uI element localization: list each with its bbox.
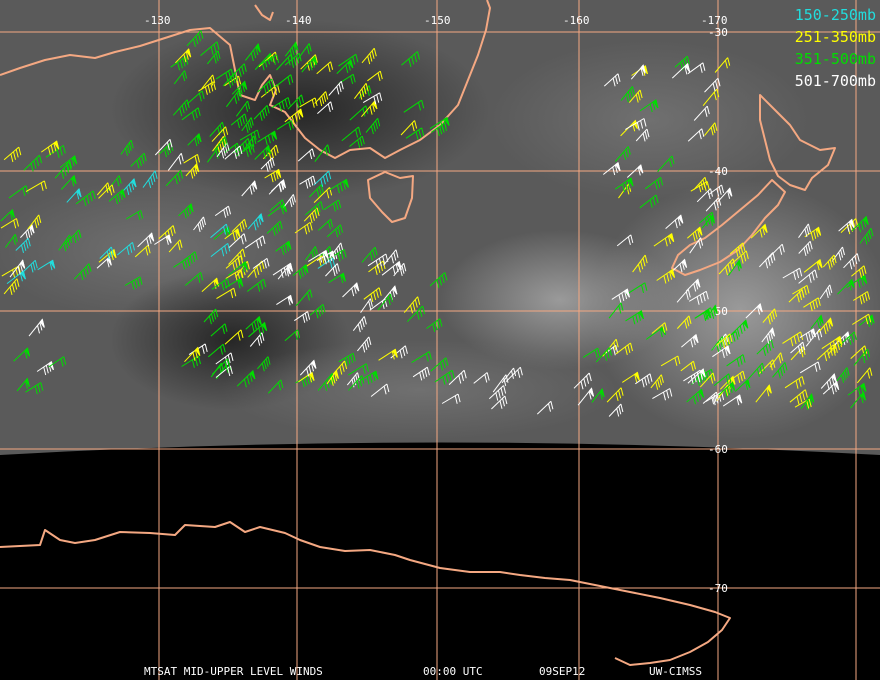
lon-label: -160	[563, 14, 590, 27]
product-name: MTSAT MID-UPPER LEVEL WINDS	[144, 665, 323, 678]
lat-label: -30	[708, 26, 728, 39]
lon-label: -140	[285, 14, 312, 27]
pressure-legend: 150-250mb 251-350mb 351-500mb 501-700mb	[795, 4, 876, 92]
product-date: 09SEP12	[539, 665, 586, 678]
lon-label: -130	[144, 14, 171, 27]
water-vapor-imagery	[0, 0, 880, 455]
product-time: 00:00 UTC	[423, 665, 483, 678]
legend-entry-251-350mb: 251-350mb	[794, 28, 876, 46]
product-footer: MTSAT MID-UPPER LEVEL WINDS 00:00 UTC 09…	[0, 665, 880, 679]
satellite-wind-map: -130 -140 -150 -160 -170 -30 -40 -50 -60…	[0, 0, 880, 680]
lon-label: -150	[424, 14, 451, 27]
lat-label: -40	[708, 165, 728, 178]
legend-entry-150-250mb: 150-250mb	[794, 6, 876, 24]
lat-label: -60	[708, 443, 728, 456]
legend-entry-501-700mb: 501-700mb	[794, 72, 876, 90]
legend-entry-351-500mb: 351-500mb	[794, 50, 876, 68]
lat-label: -70	[708, 582, 728, 595]
product-source: UW-CIMSS	[649, 665, 702, 678]
